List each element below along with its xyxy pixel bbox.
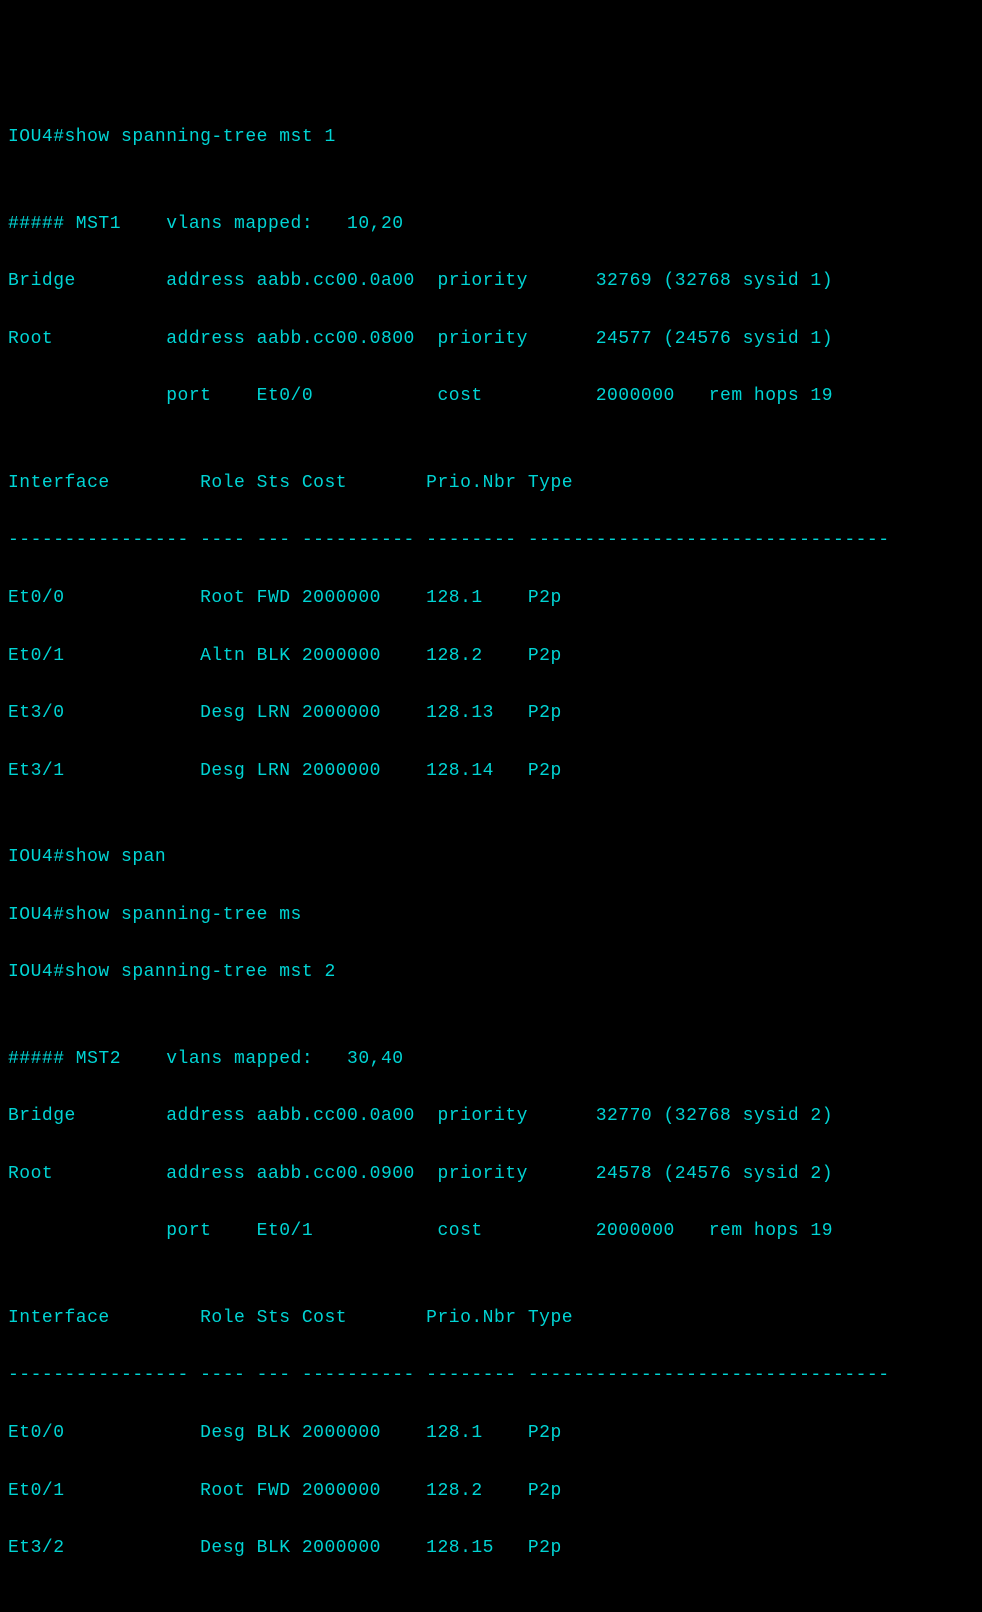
mst1-table-row: Et3/1 Desg LRN 2000000 128.14 P2p bbox=[8, 757, 974, 786]
cli-command-3[interactable]: IOU4#show spanning-tree ms bbox=[8, 901, 974, 930]
mst1-bridge-line: Bridge address aabb.cc00.0a00 priority 3… bbox=[8, 267, 974, 296]
mst1-header: ##### MST1 vlans mapped: 10,20 bbox=[8, 210, 974, 239]
cli-command-2[interactable]: IOU4#show span bbox=[8, 843, 974, 872]
cli-command-4[interactable]: IOU4#show spanning-tree mst 2 bbox=[8, 958, 974, 987]
mst2-table-header: Interface Role Sts Cost Prio.Nbr Type bbox=[8, 1304, 974, 1333]
mst2-bridge-line: Bridge address aabb.cc00.0a00 priority 3… bbox=[8, 1102, 974, 1131]
mst2-root-line: Root address aabb.cc00.0900 priority 245… bbox=[8, 1160, 974, 1189]
cli-command-1[interactable]: IOU4#show spanning-tree mst 1 bbox=[8, 123, 974, 152]
mst2-table-row: Et3/2 Desg BLK 2000000 128.15 P2p bbox=[8, 1534, 974, 1563]
mst2-root-line-2: port Et0/1 cost 2000000 rem hops 19 bbox=[8, 1217, 974, 1246]
mst1-root-line-2: port Et0/0 cost 2000000 rem hops 19 bbox=[8, 382, 974, 411]
mst1-table-row: Et3/0 Desg LRN 2000000 128.13 P2p bbox=[8, 699, 974, 728]
mst1-table-header: Interface Role Sts Cost Prio.Nbr Type bbox=[8, 469, 974, 498]
mst2-table-row: Et0/0 Desg BLK 2000000 128.1 P2p bbox=[8, 1419, 974, 1448]
mst2-table-separator: ---------------- ---- --- ---------- ---… bbox=[8, 1361, 974, 1390]
mst1-table-row: Et0/1 Altn BLK 2000000 128.2 P2p bbox=[8, 642, 974, 671]
mst2-header: ##### MST2 vlans mapped: 30,40 bbox=[8, 1045, 974, 1074]
mst1-root-line: Root address aabb.cc00.0800 priority 245… bbox=[8, 325, 974, 354]
mst1-table-separator: ---------------- ---- --- ---------- ---… bbox=[8, 526, 974, 555]
mst2-table-row: Et0/1 Root FWD 2000000 128.2 P2p bbox=[8, 1477, 974, 1506]
mst1-table-row: Et0/0 Root FWD 2000000 128.1 P2p bbox=[8, 584, 974, 613]
